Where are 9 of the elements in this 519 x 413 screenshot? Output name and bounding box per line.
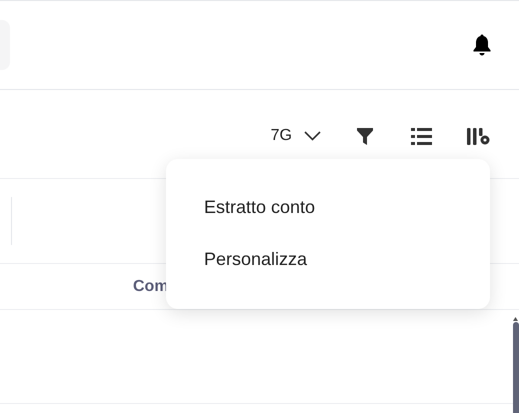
period-dropdown[interactable]: 7G (270, 124, 321, 148)
scrollbar-track[interactable] (512, 317, 519, 413)
list-icon[interactable] (411, 128, 432, 144)
menu-item[interactable]: Estratto conto (204, 194, 316, 220)
menu-item[interactable]: Personalizza (204, 246, 308, 272)
filter-icon[interactable] (357, 128, 373, 144)
column-settings-icon[interactable] (467, 128, 491, 144)
scrollbar-thumb[interactable] (512, 322, 518, 413)
notification-bell-icon[interactable] (472, 34, 492, 56)
